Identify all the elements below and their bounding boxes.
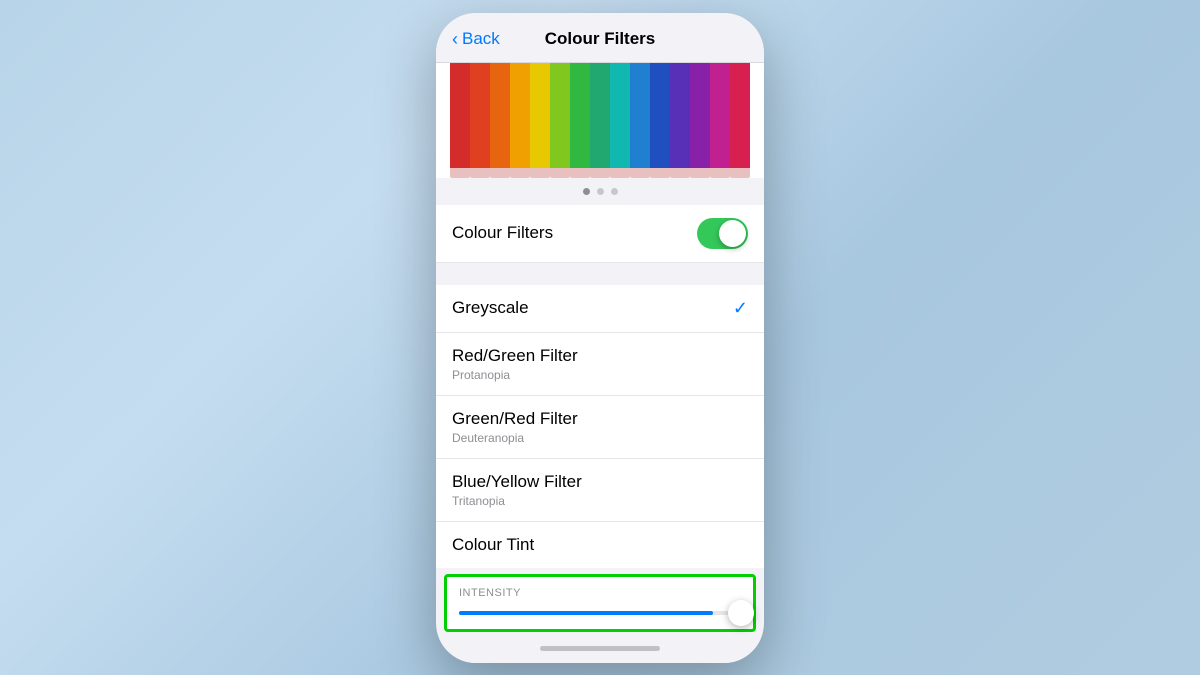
pencil-eraser (650, 168, 670, 178)
filter-option-green-red[interactable]: Green/Red Filter Deuteranopia (436, 396, 764, 459)
pencil-eraser (590, 168, 610, 178)
home-indicator (436, 638, 764, 663)
pencil-10 (650, 63, 670, 178)
intensity-section: INTENSITY (444, 574, 756, 632)
chevron-left-icon: ‹ (452, 29, 458, 50)
page-dot-1[interactable] (583, 188, 590, 195)
pencil-body (590, 63, 610, 168)
pencil-eraser (550, 168, 570, 178)
back-button[interactable]: ‹ Back (452, 29, 500, 50)
pencil-2 (490, 63, 510, 178)
pencil-6 (570, 63, 590, 178)
pencil-eraser (510, 168, 530, 178)
slider-container (459, 611, 741, 615)
pencil-body (490, 63, 510, 168)
pencil-eraser (730, 168, 750, 178)
filter-content-blue-yellow: Blue/Yellow Filter Tritanopia (452, 472, 582, 508)
section-gap (436, 263, 764, 285)
filter-label-green-red: Green/Red Filter (452, 409, 578, 429)
pencil-body (610, 63, 630, 168)
pencil-eraser (630, 168, 650, 178)
filters-list: Greyscale ✓ Red/Green Filter Protanopia … (436, 285, 764, 568)
pencil-body (690, 63, 710, 168)
checkmark-icon: ✓ (733, 298, 748, 319)
nav-bar: ‹ Back Colour Filters (436, 13, 764, 63)
pencil-5 (550, 63, 570, 178)
pencil-eraser (490, 168, 510, 178)
pencils-row (436, 63, 764, 178)
pencil-1 (470, 63, 490, 178)
pencil-11 (670, 63, 690, 178)
page-dot-2[interactable] (597, 188, 604, 195)
pencil-eraser (470, 168, 490, 178)
pencil-0 (450, 63, 470, 178)
slider-track (459, 611, 741, 615)
filter-option-colour-tint[interactable]: Colour Tint (436, 522, 764, 568)
pencil-eraser (450, 168, 470, 178)
pencil-eraser (610, 168, 630, 178)
filter-sublabel-protanopia: Protanopia (452, 368, 578, 382)
filter-sublabel-tritanopia: Tritanopia (452, 494, 582, 508)
pencil-body (510, 63, 530, 168)
pencil-12 (690, 63, 710, 178)
pencil-body (470, 63, 490, 168)
pencils-illustration (436, 63, 764, 178)
pencil-eraser (710, 168, 730, 178)
pencil-body (670, 63, 690, 168)
pencil-eraser (670, 168, 690, 178)
pencil-4 (530, 63, 550, 178)
pencil-body (570, 63, 590, 168)
page-dot-3[interactable] (611, 188, 618, 195)
pencil-8 (610, 63, 630, 178)
pencil-eraser (690, 168, 710, 178)
colour-filters-row: Colour Filters (436, 205, 764, 263)
slider-thumb[interactable] (728, 600, 754, 626)
page-dots (436, 178, 764, 205)
filter-content-colour-tint: Colour Tint (452, 535, 534, 555)
filter-label-greyscale: Greyscale (452, 298, 529, 318)
filter-option-red-green[interactable]: Red/Green Filter Protanopia (436, 333, 764, 396)
back-label: Back (462, 29, 500, 49)
colour-filters-toggle[interactable] (697, 218, 748, 249)
filter-content-red-green: Red/Green Filter Protanopia (452, 346, 578, 382)
intensity-label: INTENSITY (459, 587, 741, 599)
slider-fill (459, 611, 713, 615)
filter-option-blue-yellow[interactable]: Blue/Yellow Filter Tritanopia (436, 459, 764, 522)
pencil-eraser (570, 168, 590, 178)
filter-content-green-red: Green/Red Filter Deuteranopia (452, 409, 578, 445)
pencil-eraser (530, 168, 550, 178)
filter-label-content: Greyscale (452, 298, 529, 318)
pencil-13 (710, 63, 730, 178)
filter-label-colour-tint: Colour Tint (452, 535, 534, 555)
filter-label-blue-yellow: Blue/Yellow Filter (452, 472, 582, 492)
pencil-7 (590, 63, 610, 178)
pencil-body (630, 63, 650, 168)
pencil-body (710, 63, 730, 168)
pencil-body (550, 63, 570, 168)
pencil-3 (510, 63, 530, 178)
filter-sublabel-deuteranopia: Deuteranopia (452, 431, 578, 445)
pencil-14 (730, 63, 750, 178)
home-bar (540, 646, 660, 651)
pencil-body (730, 63, 750, 168)
page-title: Colour Filters (545, 29, 656, 49)
toggle-thumb (719, 220, 746, 247)
pencil-body (450, 63, 470, 168)
phone-container: ‹ Back Colour Filters Colour Filters Gre… (436, 13, 764, 663)
filter-label-red-green: Red/Green Filter (452, 346, 578, 366)
pencil-body (650, 63, 670, 168)
pencil-9 (630, 63, 650, 178)
colour-filters-label: Colour Filters (452, 223, 553, 243)
filter-option-greyscale[interactable]: Greyscale ✓ (436, 285, 764, 333)
pencil-body (530, 63, 550, 168)
